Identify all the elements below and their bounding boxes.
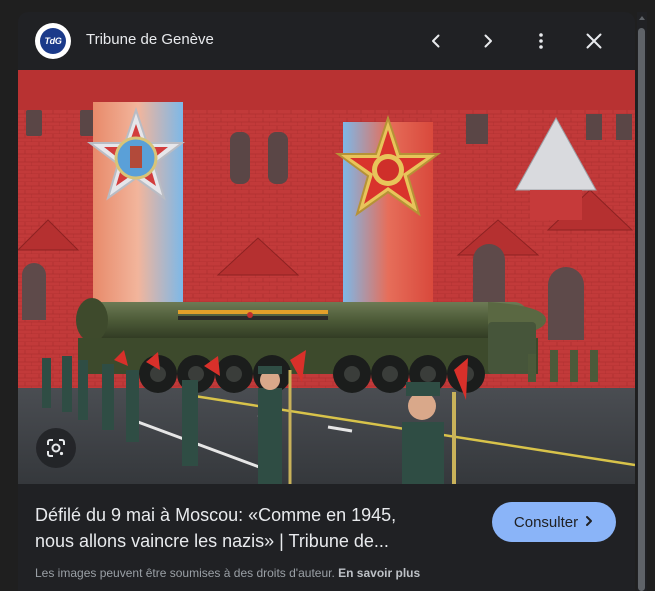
chevron-right-icon xyxy=(584,514,594,531)
lens-icon xyxy=(47,439,65,457)
source-name[interactable]: Tribune de Genève xyxy=(86,31,214,48)
more-options-button[interactable] xyxy=(527,27,555,55)
parade-photo xyxy=(18,70,635,484)
visit-button-label: Consulter xyxy=(513,513,579,531)
visit-button[interactable]: Consulter xyxy=(492,502,616,542)
result-title-line1: Défilé du 9 mai à Moscou: «Comme en 1945… xyxy=(35,505,397,525)
preview-header: TdG Tribune de Genève xyxy=(18,12,635,70)
preview-image[interactable] xyxy=(18,70,635,484)
close-icon xyxy=(586,33,602,49)
source-favicon[interactable]: TdG xyxy=(35,23,71,59)
copyright-notice: Les images peuvent être soumises à des d… xyxy=(35,566,420,580)
learn-more-link[interactable]: En savoir plus xyxy=(338,566,420,580)
previous-button[interactable] xyxy=(422,27,450,55)
lens-search-button[interactable] xyxy=(36,428,76,468)
scroll-up-arrow-icon[interactable] xyxy=(638,14,646,22)
chevron-right-icon xyxy=(484,34,492,48)
result-title-line2: nous allons vaincre les nazis» | Tribune… xyxy=(35,531,389,551)
result-title[interactable]: Défilé du 9 mai à Moscou: «Comme en 1945… xyxy=(35,502,475,554)
close-button[interactable] xyxy=(580,27,608,55)
source-logo: TdG xyxy=(40,28,66,54)
more-vert-icon xyxy=(539,33,543,49)
image-preview-panel: TdG Tribune de Genève Défilé du 9 mai à … xyxy=(18,12,635,591)
next-button[interactable] xyxy=(474,27,502,55)
chevron-left-icon xyxy=(432,34,440,48)
copyright-text: Les images peuvent être soumises à des d… xyxy=(35,566,335,580)
scrollbar-thumb[interactable] xyxy=(638,28,645,591)
